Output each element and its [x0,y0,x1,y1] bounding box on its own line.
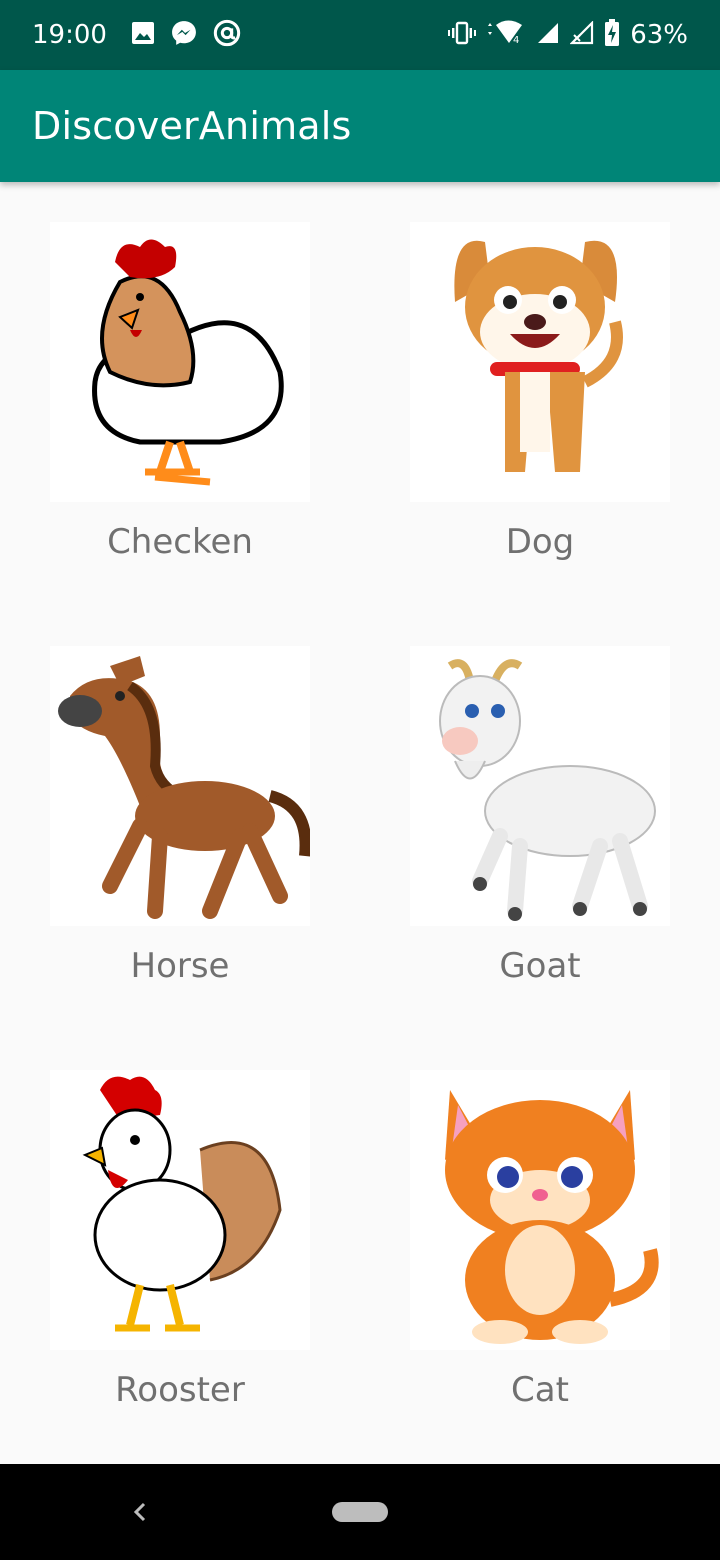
svg-text:4: 4 [513,35,519,46]
animal-card-goat[interactable]: Goat [360,606,720,1030]
image-icon [131,21,155,50]
animal-label: Checken [107,522,253,562]
dog-image [410,222,670,502]
home-pill-icon[interactable] [332,1502,388,1522]
animal-card-horse[interactable]: Horse [0,606,360,1030]
signal-icon [536,21,560,50]
back-icon[interactable] [126,1496,154,1528]
animal-label: Goat [499,946,581,986]
horse-image [50,646,310,926]
animal-card-chicken[interactable]: Checken [0,182,360,606]
navigation-bar [0,1464,720,1560]
animal-label: Dog [505,522,575,562]
app-bar: DiscoverAnimals [0,70,720,182]
chicken-icon [92,239,284,486]
chicken-image [50,222,310,502]
cat-image [410,1070,670,1350]
battery-charging-icon [604,18,620,52]
rooster-image [50,1070,310,1350]
dog-icon [454,240,623,472]
status-bar: 19:00 4 63% [0,0,720,70]
animal-label: Cat [511,1370,569,1410]
at-sign-icon [213,19,241,52]
battery-percent: 63% [630,20,688,50]
vibrate-icon [448,21,477,50]
animal-card-rooster[interactable]: Rooster [0,1030,360,1454]
status-time: 19:00 [32,20,107,50]
animal-card-dog[interactable]: Dog [360,182,720,606]
horse-icon [58,656,310,919]
animal-card-cat[interactable]: Cat [360,1030,720,1454]
rooster-icon [82,1076,282,1332]
status-system-icons: 4 63% [448,18,688,52]
animal-label: Rooster [115,1370,245,1410]
goat-image [410,646,670,926]
signal-no-data-icon [569,19,594,50]
animal-grid: Checken Dog Horse Goat Rooster Cat [0,182,720,1464]
app-title: DiscoverAnimals [32,104,352,148]
messenger-icon [171,20,197,51]
status-notification-icons [131,19,241,52]
cat-icon [445,1090,659,1344]
wifi-icon: 4 [486,19,526,52]
animal-label: Horse [130,946,230,986]
goat-icon [439,659,656,921]
